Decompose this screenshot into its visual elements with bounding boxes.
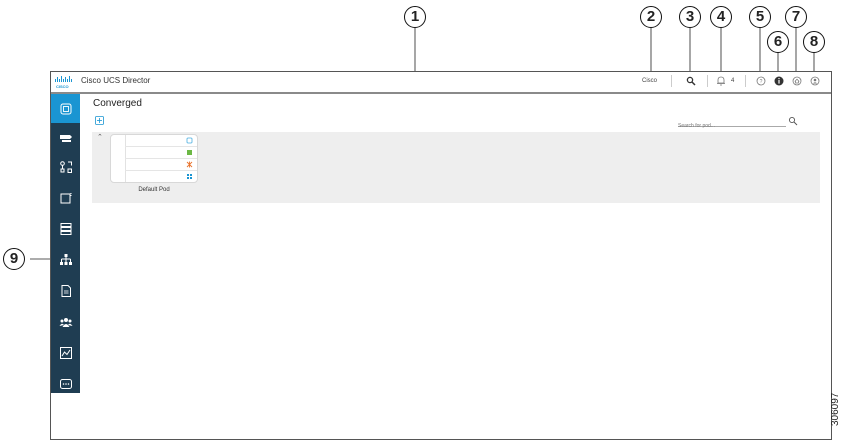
sidebar-item-policies[interactable] xyxy=(51,183,80,212)
callout-8: 8 xyxy=(803,31,825,53)
pod-card-row xyxy=(125,159,197,171)
pod-card-row xyxy=(125,147,197,159)
physical-icon xyxy=(59,160,72,173)
pod-card-left xyxy=(111,135,126,182)
compute-icon xyxy=(186,137,193,144)
add-pod-button[interactable] xyxy=(95,116,104,125)
callout-6: 6 xyxy=(767,31,789,53)
collapse-icon[interactable]: ⌃ xyxy=(97,133,103,141)
callout-3: 3 xyxy=(679,6,701,28)
sidebar-item-storage[interactable] xyxy=(51,214,80,243)
sidebar-item-virtual[interactable] xyxy=(51,123,80,152)
virtual-status-icon xyxy=(187,174,192,179)
bell-icon[interactable] xyxy=(715,75,727,87)
sidebar-item-network[interactable] xyxy=(51,245,80,274)
more-icon xyxy=(59,378,72,389)
sidebar-item-converged[interactable] xyxy=(51,94,80,123)
divider xyxy=(671,75,672,87)
callout-9: 9 xyxy=(3,248,25,270)
sidebar-item-more[interactable] xyxy=(51,369,80,398)
svg-text:?: ? xyxy=(760,79,763,85)
pod-search-input[interactable] xyxy=(678,120,786,132)
callout-2: 2 xyxy=(640,6,662,28)
policies-icon xyxy=(60,192,71,203)
help-icon[interactable]: ? xyxy=(755,75,767,87)
callout-5: 5 xyxy=(749,6,771,28)
figure-id: 306097 xyxy=(830,392,841,426)
app-title: Cisco UCS Director xyxy=(81,76,151,85)
callout-7: 7 xyxy=(785,6,807,28)
network-status-icon xyxy=(186,161,193,168)
home-icon[interactable] xyxy=(791,75,803,87)
user-profile-icon[interactable] xyxy=(809,75,821,87)
hierarchy-icon xyxy=(59,253,72,265)
sidebar-item-physical[interactable] xyxy=(51,152,80,181)
top-header-bar: CISCO Cisco UCS Director Cisco 4 ? xyxy=(51,72,831,94)
info-icon[interactable] xyxy=(773,75,785,87)
chart-icon xyxy=(59,346,72,359)
users-icon xyxy=(59,317,72,327)
callout-1: 1 xyxy=(404,6,426,28)
pod-card-row xyxy=(125,171,197,183)
notification-count: 4 xyxy=(731,78,735,84)
converged-icon xyxy=(60,103,71,114)
user-name[interactable]: Cisco xyxy=(642,78,657,84)
cisco-logo-icon: CISCO xyxy=(55,76,72,89)
sidebar-item-catalogs[interactable] xyxy=(51,276,80,305)
pod-search-field xyxy=(678,114,786,132)
storage-status-icon xyxy=(187,150,192,155)
catalog-icon xyxy=(61,284,71,297)
page-title: Converged xyxy=(93,98,142,109)
sidebar-item-reports[interactable] xyxy=(51,338,80,367)
divider xyxy=(707,75,708,87)
divider xyxy=(745,75,746,87)
svg-text:CISCO: CISCO xyxy=(56,84,69,89)
search-icon[interactable] xyxy=(685,75,697,87)
app-window: CISCO Cisco UCS Director Cisco 4 ? Conve… xyxy=(50,71,832,440)
sidebar-nav xyxy=(51,94,80,393)
sidebar-item-groups[interactable] xyxy=(51,307,80,336)
pod-search-icon[interactable] xyxy=(788,116,798,126)
pod-card-row xyxy=(125,135,197,147)
pod-card[interactable] xyxy=(110,134,198,183)
storage-icon xyxy=(60,222,71,235)
callout-4: 4 xyxy=(710,6,732,28)
virtual-icon xyxy=(59,134,72,142)
pod-label: Default Pod xyxy=(138,187,170,193)
pods-panel: ⌃ Default Pod xyxy=(92,132,820,203)
